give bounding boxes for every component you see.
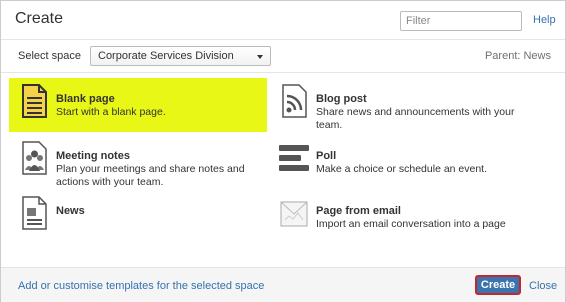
close-link[interactable]: Close [529,280,557,292]
template-grid: Blank page Start with a blank page. Blog… [1,73,565,267]
template-blank-page[interactable]: Blank page Start with a blank page. [9,78,267,132]
template-description: Make a choice or schedule an event. [316,163,488,175]
meeting-notes-icon [19,141,49,175]
template-name: Blank page [56,93,115,105]
chevron-down-icon [257,55,263,59]
dialog-footer: Add or customise templates for the selec… [1,267,565,302]
template-name: Meeting notes [56,150,130,162]
news-page-icon [19,196,49,230]
space-selector-bar: Select space Corporate Services Division… [1,40,565,73]
create-button[interactable]: Create [475,275,521,295]
rss-feed-icon [279,84,309,118]
template-poll[interactable]: Poll Make a choice or schedule an event. [269,135,527,189]
create-dialog: Create Help Select space Corporate Servi… [0,0,566,302]
template-name: Page from email [316,205,401,217]
template-name: News [56,205,85,217]
space-select[interactable]: Corporate Services Division [90,46,271,66]
template-description: Plan your meetings and share notes and a… [56,163,245,188]
template-blog-post[interactable]: Blog post Share news and announcements w… [269,78,527,132]
template-name: Poll [316,150,337,162]
blank-page-icon [19,84,49,118]
template-page-from-email[interactable]: Page from email Import an email conversa… [269,190,527,244]
dialog-header: Create Help [1,1,565,40]
space-select-value: Corporate Services Division [98,50,234,62]
help-link[interactable]: Help [533,14,556,26]
dialog-title: Create [15,10,64,27]
email-page-icon [279,196,309,230]
template-name: Blog post [316,93,367,105]
template-news[interactable]: News [9,190,267,244]
parent-page-label: Parent: News [484,50,551,62]
customise-templates-link[interactable]: Add or customise templates for the selec… [18,280,264,292]
template-description: Start with a blank page. [56,106,166,118]
select-space-label: Select space [18,50,81,62]
template-meeting-notes[interactable]: Meeting notes Plan your meetings and sha… [9,135,267,189]
template-description: Import an email conversation into a page [316,218,506,230]
template-description: Share news and announcements with your t… [316,106,515,131]
filter-input[interactable] [400,11,522,31]
poll-bars-icon [279,141,309,175]
